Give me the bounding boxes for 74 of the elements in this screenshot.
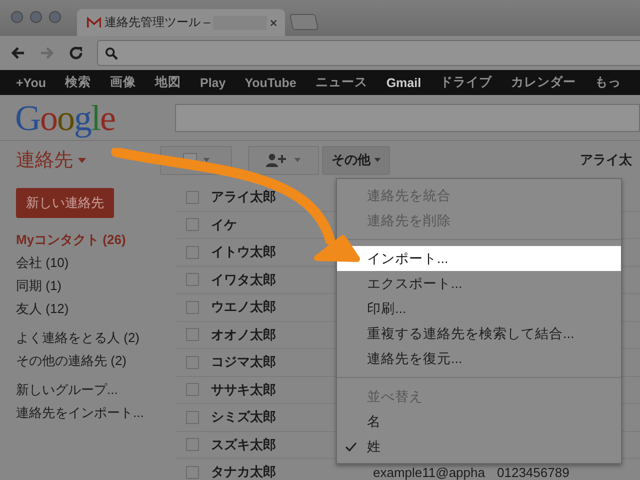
- contact-name[interactable]: ササキ太郎: [211, 380, 276, 399]
- back-icon[interactable]: [10, 45, 26, 61]
- caret-icon: [202, 158, 210, 162]
- window-zoom-button[interactable]: [49, 11, 61, 23]
- caret-icon: [294, 158, 301, 162]
- google-bar-link[interactable]: Gmail: [386, 76, 422, 90]
- sidebar-item[interactable]: 連絡先をインポート...: [16, 401, 176, 424]
- add-contact-button[interactable]: [248, 146, 319, 174]
- contact-name[interactable]: シミズ太郎: [211, 408, 276, 426]
- google-bar-link[interactable]: ドライブ: [440, 74, 492, 91]
- google-bar-link[interactable]: 検索: [64, 74, 91, 91]
- google-bar-link[interactable]: 画像: [110, 74, 136, 91]
- caret-icon: [374, 158, 380, 162]
- contact-phone: 0123456789: [497, 464, 570, 480]
- contact-name[interactable]: ウエノ太郎: [211, 298, 276, 316]
- row-checkbox[interactable]: [186, 383, 199, 396]
- row-checkbox[interactable]: [186, 438, 199, 452]
- contact-name[interactable]: イトウ太郎: [211, 243, 276, 262]
- contact-name[interactable]: イワタ太郎: [211, 270, 276, 289]
- window-minimize-button[interactable]: [30, 11, 42, 23]
- google-bar-link[interactable]: Play: [200, 76, 226, 90]
- menu-item[interactable]: 姓: [337, 434, 621, 459]
- sidebar-item[interactable]: その他の連絡先 (2): [16, 349, 176, 372]
- contact-name-heading: アライ太: [580, 151, 632, 169]
- contact-name[interactable]: イケ: [211, 216, 237, 234]
- row-checkbox[interactable]: [186, 466, 199, 479]
- menu-item[interactable]: インポート...: [337, 246, 621, 271]
- menu-item[interactable]: 名: [337, 409, 621, 434]
- row-checkbox[interactable]: [186, 328, 199, 342]
- sidebar-item[interactable]: 会社 (10): [16, 251, 176, 274]
- search-icon: [105, 46, 118, 60]
- google-bar-link[interactable]: +You: [16, 76, 46, 90]
- mail-icon: [87, 16, 102, 28]
- contact-name[interactable]: オオノ太郎: [211, 326, 276, 344]
- menu-item[interactable]: 連絡先を復元...: [337, 346, 621, 371]
- sidebar-item[interactable]: 同期 (1): [16, 274, 176, 297]
- sidebar-item[interactable]: よく連絡をとる人 (2): [16, 326, 176, 349]
- address-field[interactable]: [97, 40, 640, 66]
- row-checkbox[interactable]: [186, 246, 199, 259]
- caret-icon: [78, 158, 86, 162]
- menu-item[interactable]: 重複する連絡先を検索して結合...: [337, 321, 621, 346]
- contact-email: example11@appha: [373, 464, 485, 480]
- row-checkbox[interactable]: [186, 218, 199, 232]
- google-bar-link[interactable]: ニュース: [315, 74, 368, 91]
- sidebar-item[interactable]: Myコンタクト (26): [16, 228, 176, 251]
- tab-title: 連絡先管理ツール –: [104, 14, 210, 31]
- contacts-menu[interactable]: 連絡先: [0, 147, 148, 173]
- sidebar-item[interactable]: 友人 (12): [16, 297, 176, 320]
- google-bar-link[interactable]: もっ: [595, 74, 622, 91]
- new-tab-button[interactable]: [289, 14, 319, 30]
- google-bar-link[interactable]: カレンダー: [511, 74, 576, 91]
- more-button[interactable]: その他: [322, 146, 390, 174]
- google-bar-link[interactable]: 地図: [154, 74, 181, 91]
- browser-tab[interactable]: 連絡先管理ツール –: [77, 9, 285, 36]
- sidebar-item[interactable]: 新しいグループ...: [16, 378, 176, 401]
- menu-item[interactable]: 印刷...: [337, 296, 621, 321]
- close-icon[interactable]: [270, 18, 277, 26]
- row-checkbox[interactable]: [186, 300, 199, 314]
- contact-name[interactable]: コジマ太郎: [211, 353, 276, 372]
- row-checkbox[interactable]: [186, 190, 199, 204]
- row-checkbox[interactable]: [186, 273, 199, 286]
- reload-icon[interactable]: [68, 45, 84, 61]
- forward-icon[interactable]: [39, 45, 55, 61]
- contact-name[interactable]: アライ太郎: [211, 188, 276, 206]
- person-add-icon: [266, 153, 288, 167]
- menu-item[interactable]: エクスポート...: [337, 271, 621, 296]
- row-checkbox[interactable]: [186, 356, 199, 369]
- row-checkbox[interactable]: [186, 410, 199, 424]
- new-contact-button[interactable]: 新しい連絡先: [16, 188, 114, 218]
- contact-name[interactable]: スズキ太郎: [211, 436, 276, 454]
- contact-name[interactable]: タナカ太郎: [211, 463, 276, 480]
- google-bar-link[interactable]: YouTube: [244, 76, 296, 90]
- window-close-button[interactable]: [11, 11, 23, 23]
- search-field[interactable]: [175, 104, 640, 132]
